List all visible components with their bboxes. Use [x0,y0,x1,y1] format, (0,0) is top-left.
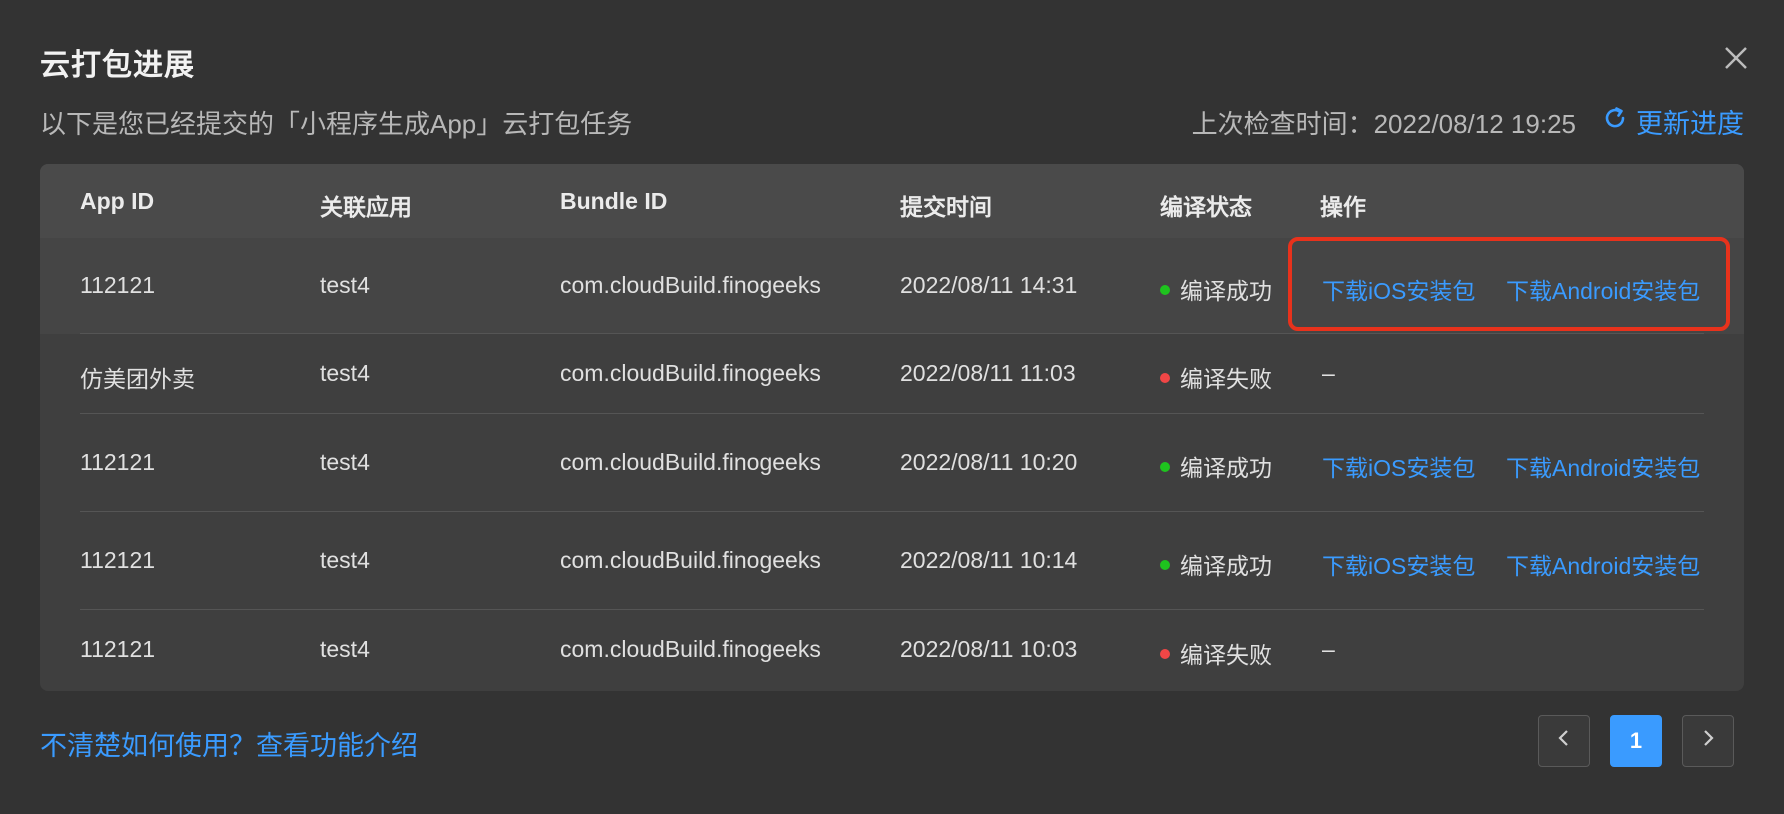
cell-build-status: 编译成功 [1160,272,1272,306]
download-ios-link[interactable]: 下载iOS安装包 [1322,272,1475,306]
refresh-button[interactable]: 更新进度 [1602,102,1744,141]
status-dot-icon [1160,461,1170,472]
status-text: 编译成功 [1180,553,1272,579]
cell-linked-app: test4 [320,449,370,475]
table-row: 仿美团外卖 test4 com.cloudBuild.finogeeks 202… [40,334,1744,414]
cell-build-status: 编译失败 [1160,360,1272,394]
header-linked-app: 关联应用 [320,194,412,220]
refresh-label: 更新进度 [1636,109,1744,139]
action-placeholder: – [1322,636,1335,662]
download-android-link[interactable]: 下载Android安装包 [1506,272,1704,306]
status-dot-icon [1160,559,1170,570]
cell-app-id: 112121 [80,636,156,662]
table-row: 112121 test4 com.cloudBuild.finogeeks 20… [40,512,1744,610]
cell-bundle-id: com.cloudBuild.finogeeks [560,360,821,386]
cell-build-status: 编译成功 [1160,547,1272,581]
table-row: 112121 test4 com.cloudBuild.finogeeks 20… [40,610,1744,691]
cell-linked-app: test4 [320,272,370,298]
status-dot-icon [1160,372,1170,383]
pagination-prev-button[interactable] [1538,715,1590,767]
cell-app-id: 112121 [80,272,156,298]
status-dot-icon [1160,284,1170,295]
cell-submit-time: 2022/08/11 10:14 [900,547,1078,573]
table-row: 112121 test4 com.cloudBuild.finogeeks 20… [40,238,1744,334]
header-app-id: App ID [80,188,155,214]
cloud-build-progress-dialog: 云打包进展 以下是您已经提交的「小程序生成App」云打包任务 上次检查时间：20… [0,0,1784,814]
cell-bundle-id: com.cloudBuild.finogeeks [560,272,821,298]
pagination-next-button[interactable] [1682,715,1734,767]
cell-build-status: 编译失败 [1160,636,1272,670]
refresh-icon [1602,105,1628,138]
download-android-link[interactable]: 下载Android安装包 [1506,547,1704,581]
chevron-right-icon [1698,728,1718,754]
cell-app-id: 仿美团外卖 [80,366,195,392]
cell-app-id: 112121 [80,547,156,573]
help-link[interactable]: 不清楚如何使用？查看功能介绍 [40,724,418,763]
cell-app-id: 112121 [80,449,156,475]
status-text: 编译成功 [1180,455,1272,481]
status-text: 编译成功 [1180,278,1272,304]
last-check-time: 上次检查时间：2022/08/12 19:25 [1191,109,1576,139]
header-build-status: 编译状态 [1160,194,1252,220]
cell-submit-time: 2022/08/11 10:03 [900,636,1078,662]
cell-linked-app: test4 [320,360,370,386]
header-submit-time: 提交时间 [900,194,992,220]
cell-build-status: 编译成功 [1160,449,1272,483]
cell-bundle-id: com.cloudBuild.finogeeks [560,449,821,475]
status-text: 编译失败 [1180,366,1272,392]
cell-submit-time: 2022/08/11 10:20 [900,449,1078,475]
cell-linked-app: test4 [320,547,370,573]
cell-submit-time: 2022/08/11 14:31 [900,272,1078,298]
action-placeholder: – [1322,360,1335,386]
download-ios-link[interactable]: 下载iOS安装包 [1322,449,1475,483]
pagination-page-1[interactable]: 1 [1610,715,1662,767]
cell-linked-app: test4 [320,636,370,662]
dialog-title: 云打包进展 [40,49,195,82]
chevron-left-icon [1554,728,1574,754]
cell-bundle-id: com.cloudBuild.finogeeks [560,636,821,662]
table-header: App ID 关联应用 Bundle ID 提交时间 编译状态 操作 [40,164,1744,238]
table-row: 112121 test4 com.cloudBuild.finogeeks 20… [40,414,1744,512]
cell-bundle-id: com.cloudBuild.finogeeks [560,547,821,573]
download-ios-link[interactable]: 下载iOS安装包 [1322,547,1475,581]
status-dot-icon [1160,648,1170,659]
status-text: 编译失败 [1180,642,1272,668]
build-task-table: App ID 关联应用 Bundle ID 提交时间 编译状态 操作 11212… [40,164,1744,691]
close-icon[interactable] [1720,42,1752,74]
dialog-subtitle: 以下是您已经提交的「小程序生成App」云打包任务 [40,109,633,139]
download-android-link[interactable]: 下载Android安装包 [1506,449,1704,483]
header-actions: 操作 [1320,194,1366,220]
cell-submit-time: 2022/08/11 11:03 [900,360,1076,386]
header-bundle-id: Bundle ID [560,188,668,214]
